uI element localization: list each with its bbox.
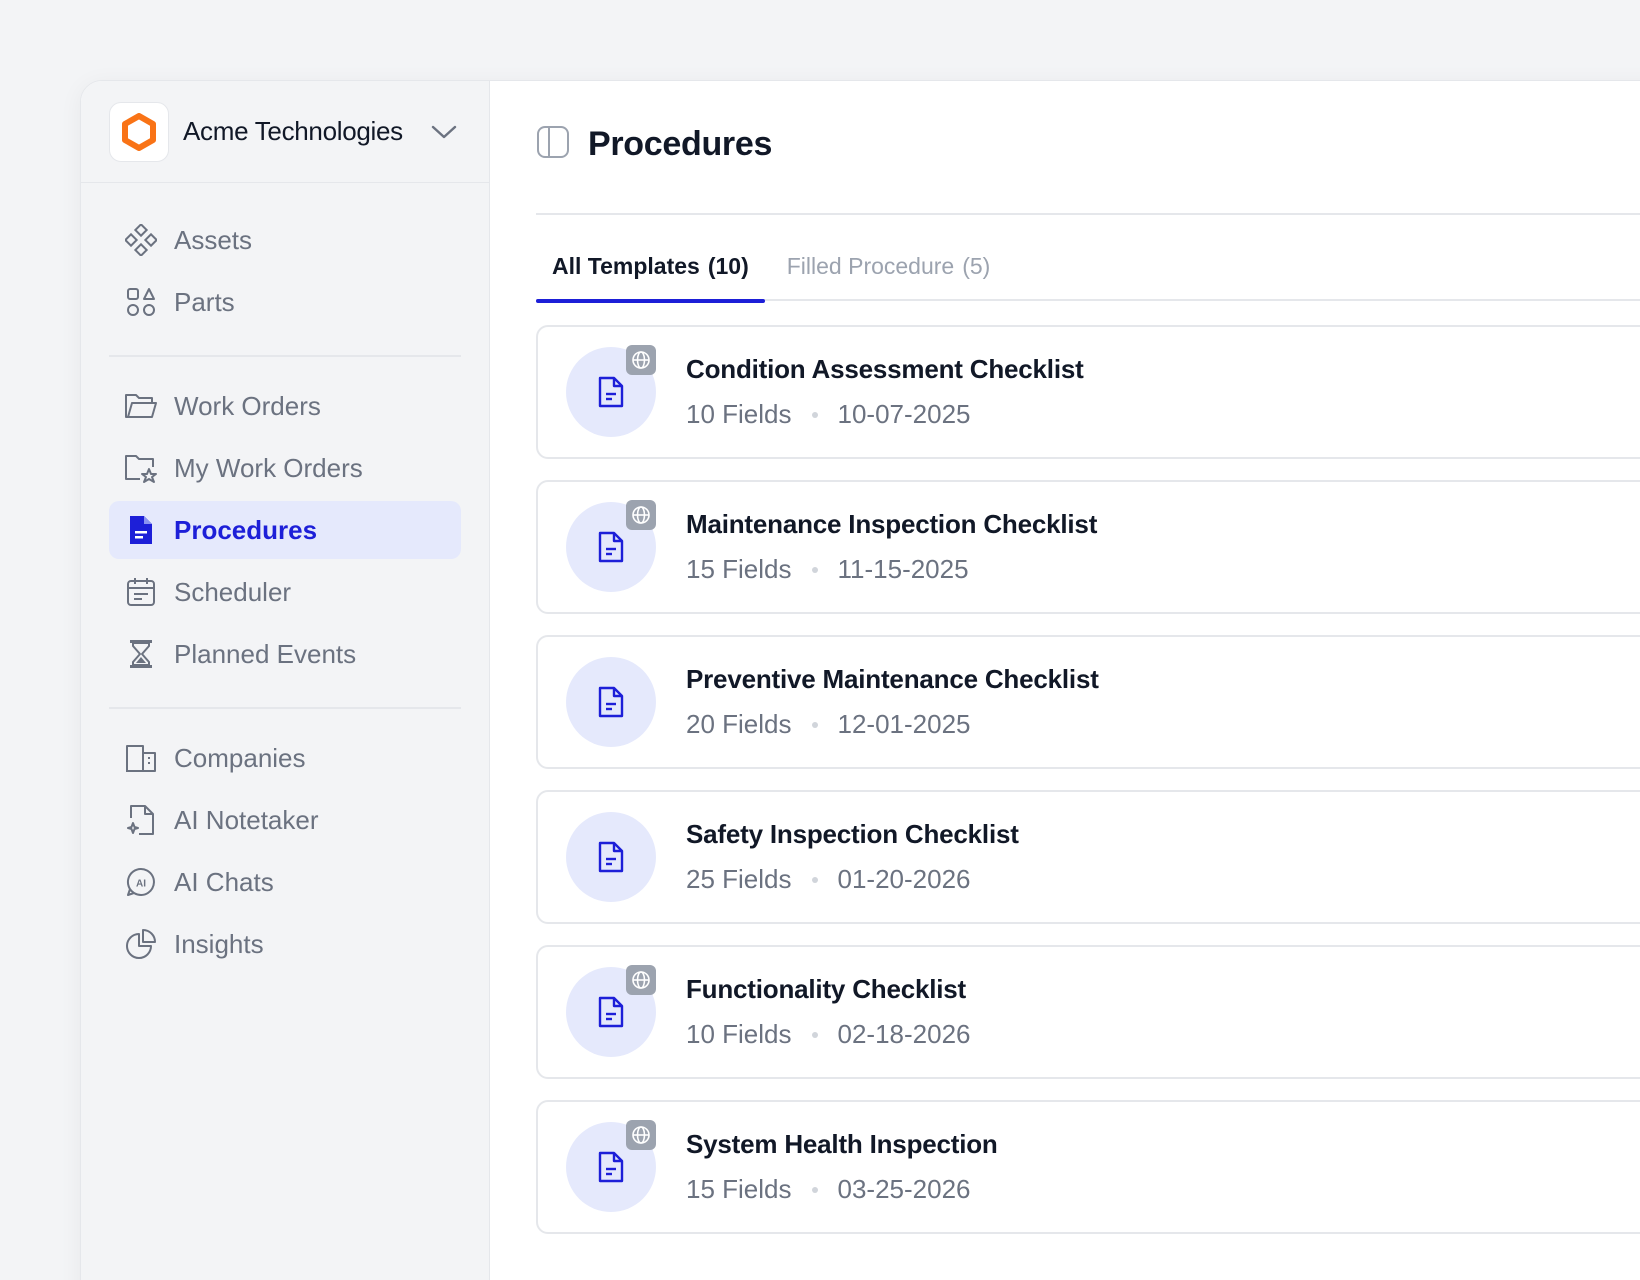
procedure-date: 02-18-2026 <box>837 1019 971 1049</box>
sidebar-item-insights[interactable]: Insights <box>109 915 461 973</box>
sidebar-item-label: Planned Events <box>174 638 357 669</box>
sidebar-item-label: AI Chats <box>174 866 274 897</box>
org-name: Acme Technologies <box>183 116 403 146</box>
separator-dot <box>811 876 818 883</box>
sidebar-item-companies[interactable]: Companies <box>109 729 461 787</box>
ai-chat-icon: AI <box>124 865 158 899</box>
sidebar-item-assets[interactable]: Assets <box>109 211 461 269</box>
procedure-icon-wrap <box>566 812 656 902</box>
sidebar-item-label: Assets <box>174 224 253 255</box>
globe-icon <box>626 500 656 530</box>
hourglass-icon <box>124 637 158 671</box>
svg-text:AI: AI <box>136 879 146 890</box>
org-logo <box>109 101 169 162</box>
org-switcher[interactable]: Acme Technologies <box>81 81 489 183</box>
app-window: Acme Technologies Assets Parts Work Orde… <box>80 80 1640 1280</box>
sidebar-item-ai-notetaker[interactable]: AI Notetaker <box>109 791 461 849</box>
page-header: Procedures <box>536 125 772 164</box>
tab-filled-procedure[interactable]: Filled Procedure (5) <box>771 231 1007 301</box>
sidebar-item-label: Scheduler <box>174 576 292 607</box>
sidebar-item-ai-chats[interactable]: AI AI Chats <box>109 853 461 911</box>
procedure-title: Preventive Maintenance Checklist <box>686 664 1099 694</box>
separator-dot <box>811 566 818 573</box>
sidebar-item-label: Insights <box>174 928 264 959</box>
sidebar-item-procedures[interactable]: Procedures <box>109 501 461 559</box>
procedure-field-count: 10 Fields <box>686 399 792 429</box>
tab-all-templates[interactable]: All Templates (10) <box>536 231 765 303</box>
main-content: Procedures All Templates (10) Filled Pro… <box>490 81 1640 1280</box>
separator-dot <box>811 1031 818 1038</box>
sidebar-item-label: Work Orders <box>174 390 321 421</box>
divider <box>536 213 1640 215</box>
procedure-title: Maintenance Inspection Checklist <box>686 509 1098 539</box>
procedure-card[interactable]: System Health Inspection 15 Fields 03-25… <box>536 1100 1640 1234</box>
procedure-card[interactable]: Maintenance Inspection Checklist 15 Fiel… <box>536 480 1640 614</box>
sidebar-item-label: Parts <box>174 286 235 317</box>
sidebar-item-my-work-orders[interactable]: My Work Orders <box>109 439 461 497</box>
sidebar-item-scheduler[interactable]: Scheduler <box>109 563 461 621</box>
document-icon <box>124 513 158 547</box>
tab-label: Filled Procedure <box>786 252 955 279</box>
procedure-title: System Health Inspection <box>686 1129 998 1159</box>
tab-count: (5) <box>962 252 991 279</box>
procedure-card[interactable]: Safety Inspection Checklist 25 Fields 01… <box>536 790 1640 924</box>
ai-note-icon <box>124 803 158 837</box>
parts-icon <box>124 285 158 319</box>
separator-dot <box>811 1186 818 1193</box>
procedure-date: 01-20-2026 <box>837 864 971 894</box>
procedure-icon-wrap <box>566 1120 656 1212</box>
sidebar-toggle-icon[interactable] <box>536 125 570 164</box>
chevron-down-icon[interactable] <box>431 124 457 140</box>
globe-icon <box>626 965 656 995</box>
separator-dot <box>811 411 818 418</box>
procedure-card[interactable]: Functionality Checklist 10 Fields 02-18-… <box>536 945 1640 1079</box>
procedure-field-count: 15 Fields <box>686 554 792 584</box>
folder-star-icon <box>124 451 158 485</box>
procedure-date: 11-15-2025 <box>837 554 969 584</box>
procedure-title: Condition Assessment Checklist <box>686 354 1084 384</box>
procedure-date: 03-25-2026 <box>837 1174 971 1204</box>
sidebar-item-parts[interactable]: Parts <box>109 273 461 331</box>
procedure-field-count: 15 Fields <box>686 1174 792 1204</box>
procedure-date: 10-07-2025 <box>837 399 971 429</box>
procedure-title: Functionality Checklist <box>686 974 967 1004</box>
procedure-icon-wrap <box>566 965 656 1057</box>
sidebar-item-label: My Work Orders <box>174 452 363 483</box>
sidebar-item-work-orders[interactable]: Work Orders <box>109 377 461 435</box>
globe-icon <box>626 1120 656 1150</box>
document-icon <box>566 812 656 902</box>
procedure-icon-wrap <box>566 500 656 592</box>
divider <box>109 707 461 709</box>
procedure-icon-wrap <box>566 657 656 747</box>
page-title: Procedures <box>588 125 773 163</box>
tab-bar: All Templates (10) Filled Procedure (5) <box>536 231 1640 303</box>
sidebar-item-label: Companies <box>174 742 306 773</box>
procedure-icon-wrap <box>566 345 656 437</box>
separator-dot <box>811 721 818 728</box>
procedure-card[interactable]: Preventive Maintenance Checklist 20 Fiel… <box>536 635 1640 769</box>
folder-icon <box>124 389 158 423</box>
divider <box>109 355 461 357</box>
pie-chart-icon <box>124 927 158 961</box>
procedure-date: 12-01-2025 <box>837 709 971 739</box>
procedure-card[interactable]: Condition Assessment Checklist 10 Fields… <box>536 325 1640 459</box>
calendar-icon <box>124 575 158 609</box>
sidebar-item-label: Procedures <box>174 514 318 545</box>
procedure-field-count: 25 Fields <box>686 864 792 894</box>
sidebar-nav: Assets Parts Work Orders My Work Orders … <box>109 205 461 983</box>
sidebar-item-label: AI Notetaker <box>174 804 319 835</box>
sidebar-item-planned-events[interactable]: Planned Events <box>109 625 461 683</box>
tab-label: All Templates <box>552 252 700 279</box>
procedure-title: Safety Inspection Checklist <box>686 819 1019 849</box>
document-icon <box>566 657 656 747</box>
assets-icon <box>124 223 158 257</box>
building-icon <box>124 741 158 775</box>
procedure-field-count: 20 Fields <box>686 709 792 739</box>
tab-count: (10) <box>707 252 749 279</box>
procedure-list: Condition Assessment Checklist 10 Fields… <box>536 325 1640 1255</box>
sidebar: Acme Technologies Assets Parts Work Orde… <box>81 81 490 1280</box>
globe-icon <box>626 345 656 375</box>
procedure-field-count: 10 Fields <box>686 1019 792 1049</box>
